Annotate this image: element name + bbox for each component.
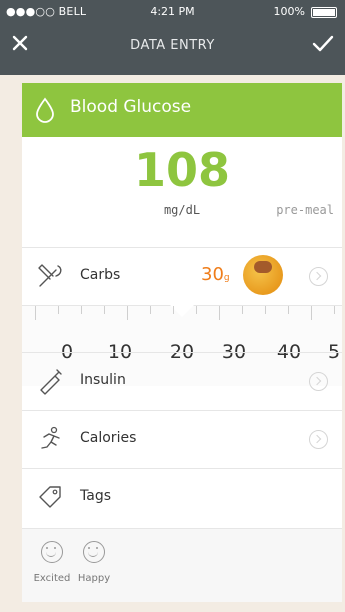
insulin-row[interactable]: Insulin	[22, 352, 342, 411]
status-bar: ●●●○○ BELL 4:21 PM 100%	[0, 0, 345, 24]
smiley-icon	[83, 541, 105, 563]
glucose-reading[interactable]: 108 mg/dL pre-meal	[22, 137, 342, 247]
ruler-tick	[242, 306, 243, 314]
carbs-label: Carbs	[80, 267, 121, 283]
ruler-tick	[35, 306, 36, 320]
ruler-tick	[150, 306, 151, 314]
carbs-row[interactable]: Carbs 30g	[22, 247, 342, 306]
tags-row[interactable]: Tags	[22, 468, 342, 527]
ruler-tick	[219, 306, 220, 320]
nav-title: DATA ENTRY	[130, 38, 215, 53]
ruler-tick	[196, 306, 197, 314]
chevron-right-icon[interactable]	[309, 267, 328, 286]
mood-label: Happy	[77, 573, 111, 584]
carbs-value: 30g	[201, 264, 230, 285]
ruler-tick	[288, 306, 289, 314]
blood-glucose-header[interactable]: Blood Glucose	[22, 83, 342, 137]
ruler-tick	[58, 306, 59, 314]
meal-tag[interactable]: pre-meal	[276, 203, 334, 217]
data-entry-screen: ●●●○○ BELL 4:21 PM 100% DATA ENTRY Blood…	[0, 0, 345, 612]
ruler-tick	[104, 306, 105, 314]
insulin-label: Insulin	[80, 372, 126, 388]
mood-tag-list: Excited Happy	[22, 528, 342, 602]
battery-percent: 100%	[273, 5, 305, 18]
tag-icon	[39, 486, 61, 508]
calories-row[interactable]: Calories	[22, 410, 342, 469]
ruler-tick	[127, 306, 128, 320]
calories-label: Calories	[80, 430, 137, 446]
tags-label: Tags	[80, 488, 111, 504]
ruler-tick	[173, 306, 174, 314]
fork-knife-icon	[38, 264, 62, 287]
chevron-right-icon[interactable]	[309, 430, 328, 449]
carbs-unit: g	[223, 273, 230, 283]
top-bar: ●●●○○ BELL 4:21 PM 100% DATA ENTRY	[0, 0, 345, 75]
drop-icon	[36, 97, 54, 123]
entry-card: Blood Glucose 108 mg/dL pre-meal Carbs 3…	[22, 83, 342, 602]
blood-glucose-title: Blood Glucose	[70, 97, 192, 117]
glucose-value: 108	[133, 143, 231, 197]
runner-icon	[41, 426, 60, 449]
mood-happy[interactable]: Happy	[64, 541, 124, 584]
checkmark-icon[interactable]	[312, 34, 334, 52]
battery-icon	[311, 7, 337, 18]
food-photo[interactable]	[243, 255, 283, 295]
smiley-icon	[41, 541, 63, 563]
ruler-tick	[311, 306, 312, 320]
ruler-tick	[265, 306, 266, 314]
ruler-tick	[81, 306, 82, 314]
syringe-icon	[40, 369, 62, 395]
ruler-tick	[334, 306, 335, 314]
chevron-right-icon[interactable]	[309, 372, 328, 391]
carbs-number: 30	[201, 264, 224, 285]
